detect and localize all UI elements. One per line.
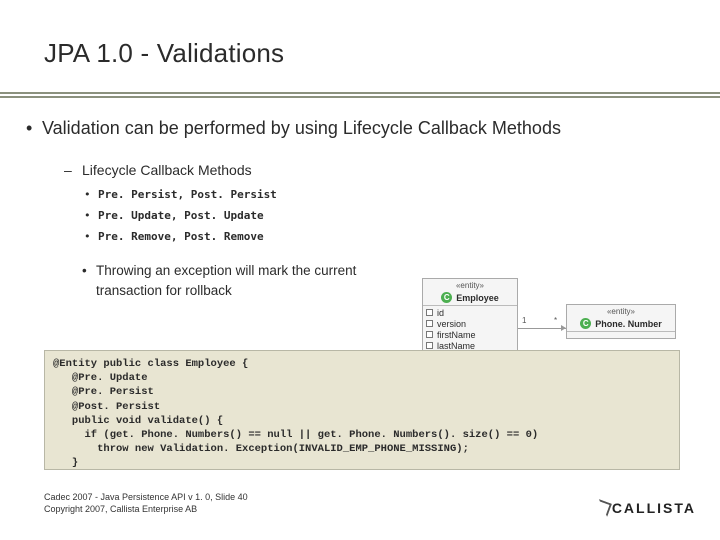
dash-icon: – (64, 162, 82, 178)
uml-stereotype: «entity» (567, 305, 675, 316)
uml-attr-name: id (437, 308, 444, 318)
uml-phone-box: «entity» C Phone. Number (566, 304, 676, 339)
uml-attr-name: lastName (437, 341, 475, 351)
uml-stereotype: «entity» (423, 279, 517, 290)
footer: Cadec 2007 - Java Persistence API v 1. 0… (44, 491, 248, 516)
sub-bullet: – Lifecycle Callback Methods (64, 162, 686, 178)
callback-text: Pre. Persist, Post. Persist (98, 188, 277, 201)
square-icon (426, 342, 433, 349)
bullet-dot: • (82, 261, 96, 281)
divider-line-1 (0, 92, 720, 94)
square-icon (426, 331, 433, 338)
footer-line-2: Copyright 2007, Callista Enterprise AB (44, 503, 248, 516)
logo-mark-icon (594, 499, 612, 517)
square-icon (426, 309, 433, 316)
entity-icon: C (580, 318, 591, 329)
uml-attr: version (426, 318, 514, 329)
uml-phone-name: Phone. Number (595, 319, 662, 329)
uml-connector (518, 328, 566, 329)
callista-logo: CALLISTA (596, 500, 696, 516)
bullet-dot: • (84, 209, 98, 222)
uml-mult-left: 1 (522, 316, 526, 325)
bullet-dot: • (26, 116, 42, 140)
uml-employee-name: Employee (456, 293, 499, 303)
callback-text: Pre. Remove, Post. Remove (98, 230, 264, 243)
bullet-dot: • (84, 230, 98, 243)
bullet-1-text: Validation can be performed by using Lif… (42, 116, 561, 140)
note-bullet: • Throwing an exception will mark the cu… (82, 261, 686, 300)
note-text: Throwing an exception will mark the curr… (96, 261, 416, 300)
uml-employee-attrs: id version firstName lastName (423, 306, 517, 352)
callback-item: • Pre. Update, Post. Update (84, 209, 686, 222)
entity-icon: C (441, 292, 452, 303)
uml-attr-name: firstName (437, 330, 476, 340)
bullet-level-1: • Validation can be performed by using L… (26, 116, 686, 140)
callback-text: Pre. Update, Post. Update (98, 209, 264, 222)
slide-title: JPA 1.0 - Validations (44, 38, 284, 69)
content-area: • Validation can be performed by using L… (26, 116, 686, 300)
callback-item: • Pre. Persist, Post. Persist (84, 188, 686, 201)
slide: JPA 1.0 - Validations • Validation can b… (0, 0, 720, 540)
uml-attr: id (426, 307, 514, 318)
square-icon (426, 320, 433, 327)
callback-item: • Pre. Remove, Post. Remove (84, 230, 686, 243)
bullet-dot: • (84, 188, 98, 201)
logo-text: CALLISTA (612, 500, 696, 516)
uml-attr: firstName (426, 329, 514, 340)
code-block: @Entity public class Employee { @Pre. Up… (44, 350, 680, 470)
uml-attr-name: version (437, 319, 466, 329)
callback-list: • Pre. Persist, Post. Persist • Pre. Upd… (84, 188, 686, 243)
sub-heading: Lifecycle Callback Methods (82, 162, 252, 178)
divider-line-2 (0, 96, 720, 98)
uml-employee-box: «entity» C Employee id version firstName… (422, 278, 518, 353)
uml-mult-right: * (554, 316, 557, 325)
footer-line-1: Cadec 2007 - Java Persistence API v 1. 0… (44, 491, 248, 504)
